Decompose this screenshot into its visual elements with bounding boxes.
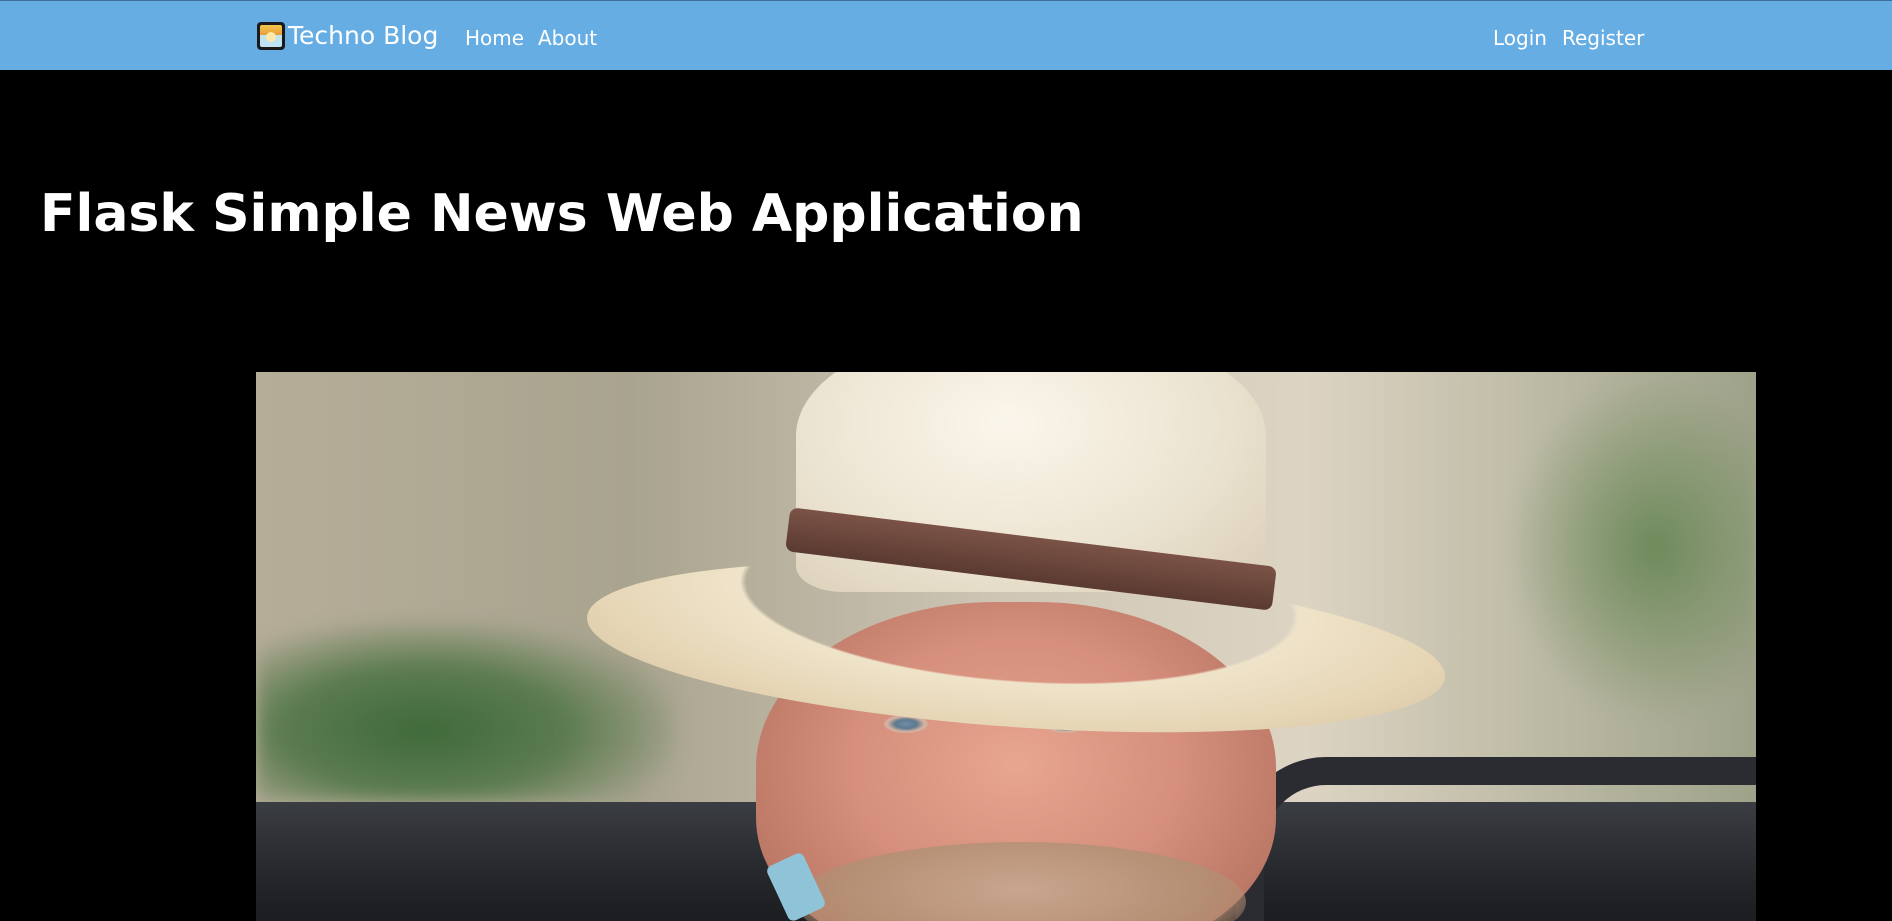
- image-background-foliage: [256, 622, 676, 802]
- image-background-right: [1506, 372, 1756, 722]
- page-title: Flask Simple News Web Application: [40, 184, 1084, 244]
- brand-link[interactable]: Techno Blog: [257, 21, 438, 51]
- nav-home-link[interactable]: Home: [465, 25, 524, 51]
- register-link[interactable]: Register: [1562, 25, 1644, 51]
- nav-about-link[interactable]: About: [538, 25, 597, 51]
- brand-text: Techno Blog: [288, 21, 439, 50]
- news-featured-image: [256, 372, 1756, 921]
- top-navbar: Techno Blog Home About Login Register: [0, 0, 1892, 70]
- blog-logo-icon: [257, 22, 285, 50]
- login-link[interactable]: Login: [1493, 25, 1547, 51]
- image-car-door-frame: [1236, 757, 1756, 921]
